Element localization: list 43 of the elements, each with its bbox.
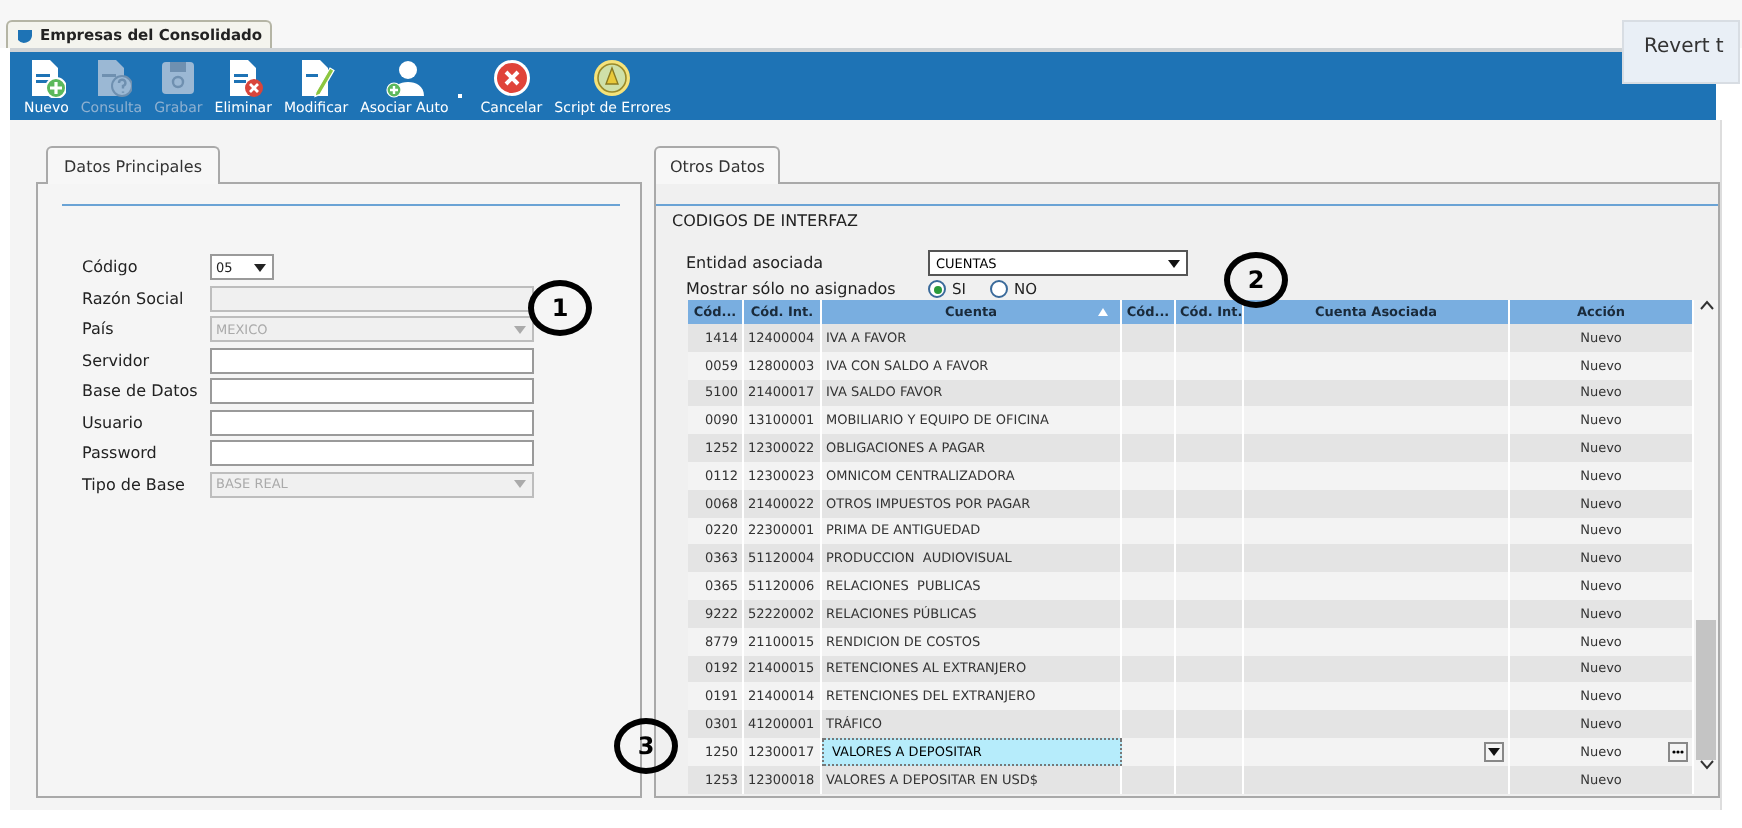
ellipsis-icon — [1672, 749, 1684, 754]
cancel-icon — [491, 58, 532, 98]
person-plus-icon — [384, 58, 425, 98]
page-pencil-icon — [296, 58, 337, 98]
field-label: Entidad asociada — [686, 254, 826, 272]
field-label: Código — [82, 256, 140, 280]
scroll-up-icon[interactable] — [1699, 300, 1713, 310]
dropdown-button[interactable] — [1484, 741, 1504, 762]
field-label: Usuario — [82, 411, 145, 435]
panel-tab[interactable]: Otros Datos — [654, 146, 781, 184]
seal-icon — [592, 58, 633, 98]
radio-button[interactable] — [928, 280, 946, 298]
field-label: País — [82, 318, 116, 342]
input-field[interactable] — [210, 440, 534, 466]
caret-icon — [514, 325, 526, 333]
section-title: CODIGOS DE INTERFAZ — [672, 212, 858, 230]
field-label: Servidor — [82, 349, 152, 373]
caret-icon — [1168, 259, 1180, 267]
scroll-thumb[interactable] — [1696, 620, 1716, 760]
field-label: Razón Social — [82, 287, 186, 311]
input-field[interactable] — [210, 409, 534, 435]
callout-marker: 3 — [614, 718, 678, 774]
field-label: Password — [82, 442, 159, 466]
panel-tab[interactable]: Datos Principales — [46, 146, 220, 184]
callout-marker: 1 — [528, 280, 592, 336]
floppy-icon — [158, 58, 199, 98]
field-label: Mostrar sólo no asignados — [686, 280, 898, 298]
caret-icon — [514, 480, 526, 488]
sort-arrow-icon — [1098, 308, 1108, 316]
field-label: Tipo de Base — [82, 473, 187, 497]
field-label: Base de Datos — [82, 380, 200, 404]
scroll-down-icon[interactable] — [1699, 760, 1713, 770]
ellipsis-button[interactable] — [1668, 741, 1688, 762]
caret-icon — [1488, 747, 1500, 756]
input-field[interactable] — [210, 347, 534, 373]
shield-icon — [16, 26, 34, 44]
page-plus-icon — [26, 58, 67, 98]
caret-icon — [254, 263, 266, 271]
input-field[interactable] — [210, 378, 534, 404]
popup-notice: Revert t — [1622, 20, 1740, 84]
radio-button[interactable] — [989, 280, 1008, 298]
callout-marker: 2 — [1224, 252, 1288, 308]
scrollbar[interactable] — [1694, 300, 1718, 770]
